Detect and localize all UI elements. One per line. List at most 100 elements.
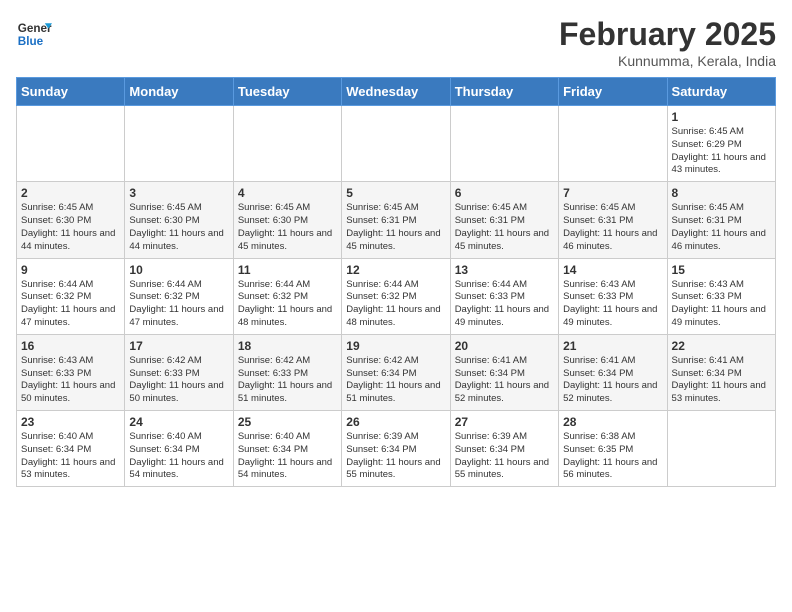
- day-number: 9: [21, 263, 120, 277]
- week-row-2: 9 Sunrise: 6:44 AM Sunset: 6:32 PM Daylig…: [17, 258, 776, 334]
- calendar-cell: [17, 106, 125, 182]
- svg-text:Blue: Blue: [18, 35, 44, 48]
- calendar-cell: 23 Sunrise: 6:40 AM Sunset: 6:34 PM Dayli…: [17, 411, 125, 487]
- calendar-cell: 1 Sunrise: 6:45 AM Sunset: 6:29 PM Daylig…: [667, 106, 775, 182]
- day-number: 19: [346, 339, 445, 353]
- day-info: Sunrise: 6:45 AM Sunset: 6:31 PM Dayligh…: [563, 202, 662, 253]
- day-number: 5: [346, 186, 445, 200]
- week-row-0: 1 Sunrise: 6:45 AM Sunset: 6:29 PM Daylig…: [17, 106, 776, 182]
- day-number: 26: [346, 415, 445, 429]
- calendar-cell: 3 Sunrise: 6:45 AM Sunset: 6:30 PM Daylig…: [125, 182, 233, 258]
- day-number: 7: [563, 186, 662, 200]
- day-info: Sunrise: 6:45 AM Sunset: 6:30 PM Dayligh…: [238, 202, 337, 253]
- day-info: Sunrise: 6:40 AM Sunset: 6:34 PM Dayligh…: [21, 431, 120, 482]
- calendar-cell: [125, 106, 233, 182]
- calendar-cell: 14 Sunrise: 6:43 AM Sunset: 6:33 PM Dayli…: [559, 258, 667, 334]
- calendar-cell: 19 Sunrise: 6:42 AM Sunset: 6:34 PM Dayli…: [342, 334, 450, 410]
- calendar-cell: 21 Sunrise: 6:41 AM Sunset: 6:34 PM Dayli…: [559, 334, 667, 410]
- calendar-cell: 9 Sunrise: 6:44 AM Sunset: 6:32 PM Daylig…: [17, 258, 125, 334]
- day-info: Sunrise: 6:43 AM Sunset: 6:33 PM Dayligh…: [21, 355, 120, 406]
- day-info: Sunrise: 6:45 AM Sunset: 6:31 PM Dayligh…: [346, 202, 445, 253]
- day-info: Sunrise: 6:44 AM Sunset: 6:32 PM Dayligh…: [129, 279, 228, 330]
- weekday-header-thursday: Thursday: [450, 78, 558, 106]
- weekday-header-friday: Friday: [559, 78, 667, 106]
- day-number: 24: [129, 415, 228, 429]
- calendar-cell: 26Sunrise: 6:39 AM Sunset: 6:34 PM Dayli…: [342, 411, 450, 487]
- weekday-header-row: SundayMondayTuesdayWednesdayThursdayFrid…: [17, 78, 776, 106]
- logo-icon: General Blue: [16, 16, 52, 52]
- calendar-cell: 10Sunrise: 6:44 AM Sunset: 6:32 PM Dayli…: [125, 258, 233, 334]
- weekday-header-wednesday: Wednesday: [342, 78, 450, 106]
- day-number: 21: [563, 339, 662, 353]
- calendar-cell: [342, 106, 450, 182]
- day-info: Sunrise: 6:40 AM Sunset: 6:34 PM Dayligh…: [129, 431, 228, 482]
- day-number: 1: [672, 110, 771, 124]
- day-number: 6: [455, 186, 554, 200]
- title-block: February 2025 Kunnumma, Kerala, India: [559, 16, 776, 69]
- day-info: Sunrise: 6:43 AM Sunset: 6:33 PM Dayligh…: [563, 279, 662, 330]
- week-row-4: 23 Sunrise: 6:40 AM Sunset: 6:34 PM Dayli…: [17, 411, 776, 487]
- calendar-cell: 16Sunrise: 6:43 AM Sunset: 6:33 PM Dayli…: [17, 334, 125, 410]
- day-info: Sunrise: 6:44 AM Sunset: 6:32 PM Dayligh…: [21, 279, 120, 330]
- day-info: Sunrise: 6:41 AM Sunset: 6:34 PM Dayligh…: [563, 355, 662, 406]
- month-title: February 2025: [559, 16, 776, 53]
- day-info: Sunrise: 6:42 AM Sunset: 6:33 PM Dayligh…: [129, 355, 228, 406]
- day-info: Sunrise: 6:44 AM Sunset: 6:33 PM Dayligh…: [455, 279, 554, 330]
- calendar-cell: [559, 106, 667, 182]
- day-number: 3: [129, 186, 228, 200]
- day-info: Sunrise: 6:42 AM Sunset: 6:34 PM Dayligh…: [346, 355, 445, 406]
- calendar-cell: 22 Sunrise: 6:41 AM Sunset: 6:34 PM Dayli…: [667, 334, 775, 410]
- calendar: SundayMondayTuesdayWednesdayThursdayFrid…: [16, 77, 776, 487]
- calendar-cell: 12Sunrise: 6:44 AM Sunset: 6:32 PM Dayli…: [342, 258, 450, 334]
- calendar-cell: 17 Sunrise: 6:42 AM Sunset: 6:33 PM Dayli…: [125, 334, 233, 410]
- day-number: 15: [672, 263, 771, 277]
- calendar-cell: 15 Sunrise: 6:43 AM Sunset: 6:33 PM Dayli…: [667, 258, 775, 334]
- calendar-cell: [450, 106, 558, 182]
- day-info: Sunrise: 6:45 AM Sunset: 6:29 PM Dayligh…: [672, 126, 771, 177]
- calendar-cell: 4 Sunrise: 6:45 AM Sunset: 6:30 PM Daylig…: [233, 182, 341, 258]
- weekday-header-monday: Monday: [125, 78, 233, 106]
- day-number: 20: [455, 339, 554, 353]
- day-info: Sunrise: 6:39 AM Sunset: 6:34 PM Dayligh…: [455, 431, 554, 482]
- calendar-cell: 7 Sunrise: 6:45 AM Sunset: 6:31 PM Daylig…: [559, 182, 667, 258]
- calendar-cell: 18Sunrise: 6:42 AM Sunset: 6:33 PM Dayli…: [233, 334, 341, 410]
- day-info: Sunrise: 6:45 AM Sunset: 6:31 PM Dayligh…: [455, 202, 554, 253]
- day-number: 14: [563, 263, 662, 277]
- calendar-cell: 20 Sunrise: 6:41 AM Sunset: 6:34 PM Dayli…: [450, 334, 558, 410]
- calendar-cell: 8 Sunrise: 6:45 AM Sunset: 6:31 PM Daylig…: [667, 182, 775, 258]
- logo: General Blue: [16, 16, 52, 52]
- day-number: 2: [21, 186, 120, 200]
- day-info: Sunrise: 6:42 AM Sunset: 6:33 PM Dayligh…: [238, 355, 337, 406]
- weekday-header-tuesday: Tuesday: [233, 78, 341, 106]
- day-number: 8: [672, 186, 771, 200]
- page-header: General Blue February 2025 Kunnumma, Ker…: [16, 16, 776, 69]
- calendar-cell: [667, 411, 775, 487]
- weekday-header-saturday: Saturday: [667, 78, 775, 106]
- day-number: 13: [455, 263, 554, 277]
- day-number: 12: [346, 263, 445, 277]
- day-info: Sunrise: 6:41 AM Sunset: 6:34 PM Dayligh…: [455, 355, 554, 406]
- calendar-cell: 11 Sunrise: 6:44 AM Sunset: 6:32 PM Dayli…: [233, 258, 341, 334]
- calendar-cell: 27Sunrise: 6:39 AM Sunset: 6:34 PM Dayli…: [450, 411, 558, 487]
- calendar-cell: 13 Sunrise: 6:44 AM Sunset: 6:33 PM Dayli…: [450, 258, 558, 334]
- day-info: Sunrise: 6:40 AM Sunset: 6:34 PM Dayligh…: [238, 431, 337, 482]
- day-info: Sunrise: 6:43 AM Sunset: 6:33 PM Dayligh…: [672, 279, 771, 330]
- day-info: Sunrise: 6:44 AM Sunset: 6:32 PM Dayligh…: [238, 279, 337, 330]
- day-number: 28: [563, 415, 662, 429]
- day-info: Sunrise: 6:41 AM Sunset: 6:34 PM Dayligh…: [672, 355, 771, 406]
- day-number: 11: [238, 263, 337, 277]
- day-info: Sunrise: 6:45 AM Sunset: 6:30 PM Dayligh…: [129, 202, 228, 253]
- location: Kunnumma, Kerala, India: [559, 53, 776, 69]
- calendar-cell: 2 Sunrise: 6:45 AM Sunset: 6:30 PM Daylig…: [17, 182, 125, 258]
- calendar-cell: 24 Sunrise: 6:40 AM Sunset: 6:34 PM Dayli…: [125, 411, 233, 487]
- day-number: 22: [672, 339, 771, 353]
- week-row-1: 2 Sunrise: 6:45 AM Sunset: 6:30 PM Daylig…: [17, 182, 776, 258]
- day-info: Sunrise: 6:38 AM Sunset: 6:35 PM Dayligh…: [563, 431, 662, 482]
- day-info: Sunrise: 6:45 AM Sunset: 6:31 PM Dayligh…: [672, 202, 771, 253]
- day-number: 23: [21, 415, 120, 429]
- week-row-3: 16Sunrise: 6:43 AM Sunset: 6:33 PM Dayli…: [17, 334, 776, 410]
- day-number: 4: [238, 186, 337, 200]
- day-number: 17: [129, 339, 228, 353]
- calendar-cell: 25Sunrise: 6:40 AM Sunset: 6:34 PM Dayli…: [233, 411, 341, 487]
- day-info: Sunrise: 6:45 AM Sunset: 6:30 PM Dayligh…: [21, 202, 120, 253]
